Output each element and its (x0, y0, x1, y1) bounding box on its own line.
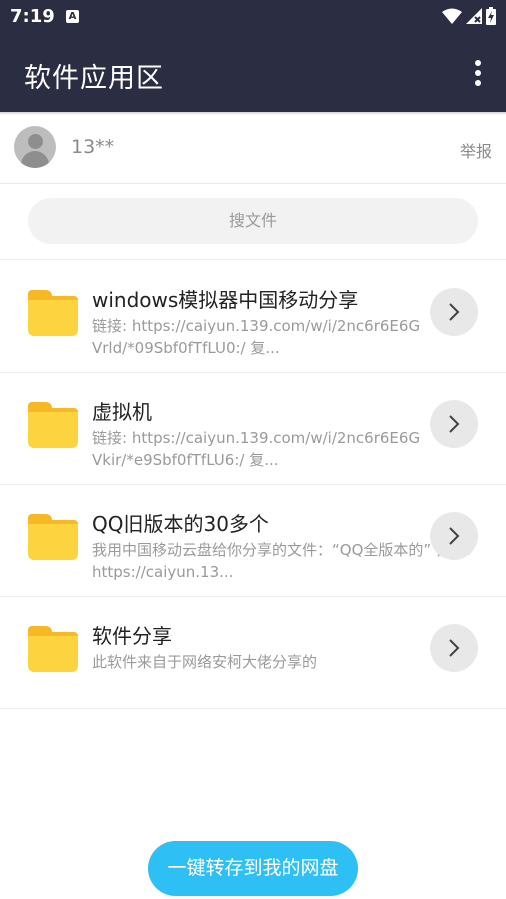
save-to-drive-button[interactable]: 一键转存到我的网盘 (148, 841, 358, 896)
chevron-right-icon (449, 527, 460, 545)
user-name: 13** (71, 136, 115, 158)
file-desc: 链接: https://caiyun.139.com/w/i/2nc6r6E6G… (92, 429, 421, 469)
system-icons (442, 7, 496, 25)
file-item[interactable]: QQ旧版本的30多个 我用中国移动云盘给你分享的文件：“QQ全版本的” 链接: … (0, 484, 506, 597)
chevron-right-icon (449, 639, 460, 657)
open-button[interactable] (430, 512, 478, 560)
page-title: 软件应用区 (24, 63, 164, 94)
wifi-icon (442, 8, 462, 24)
file-name: windows模拟器中国移动分享 (92, 288, 359, 312)
person-icon-head (28, 134, 43, 149)
search-file-button[interactable]: 搜文件 (28, 198, 478, 244)
more-vert-icon[interactable] (472, 60, 484, 88)
battery-icon (486, 7, 496, 25)
file-desc: 此软件来自于网络安柯大佬分享的 (92, 653, 318, 671)
file-item[interactable]: 软件分享 此软件来自于网络安柯大佬分享的 (0, 596, 506, 709)
status-time: 7:19 (10, 6, 55, 27)
signal-icon (466, 8, 482, 24)
avatar[interactable] (14, 126, 56, 168)
file-desc: 我用中国移动云盘给你分享的文件：“QQ全版本的” 链接: https://cai… (92, 541, 471, 581)
file-item[interactable]: 虚拟机 链接: https://caiyun.139.com/w/i/2nc6r… (0, 372, 506, 485)
app-bar: 软件应用区 (0, 34, 506, 112)
file-desc: 链接: https://caiyun.139.com/w/i/2nc6r6E6G… (92, 317, 421, 357)
notification-a-icon: A (66, 10, 79, 23)
person-icon-body (21, 151, 49, 168)
status-bar: 7:19 A (0, 0, 506, 34)
open-button[interactable] (430, 624, 478, 672)
search-section: 搜文件 (0, 184, 506, 260)
folder-icon (28, 514, 78, 560)
file-name: 软件分享 (92, 624, 172, 648)
file-name: 虚拟机 (92, 400, 152, 424)
open-button[interactable] (430, 400, 478, 448)
open-button[interactable] (430, 288, 478, 336)
folder-icon (28, 402, 78, 448)
file-item[interactable]: windows模拟器中国移动分享 链接: https://caiyun.139.… (0, 260, 506, 373)
folder-icon (28, 626, 78, 672)
folder-icon (28, 290, 78, 336)
chevron-right-icon (449, 303, 460, 321)
chevron-right-icon (449, 415, 460, 433)
report-button[interactable]: 举报 (460, 138, 492, 162)
file-name: QQ旧版本的30多个 (92, 512, 269, 536)
user-row: 13** 举报 (0, 115, 506, 184)
